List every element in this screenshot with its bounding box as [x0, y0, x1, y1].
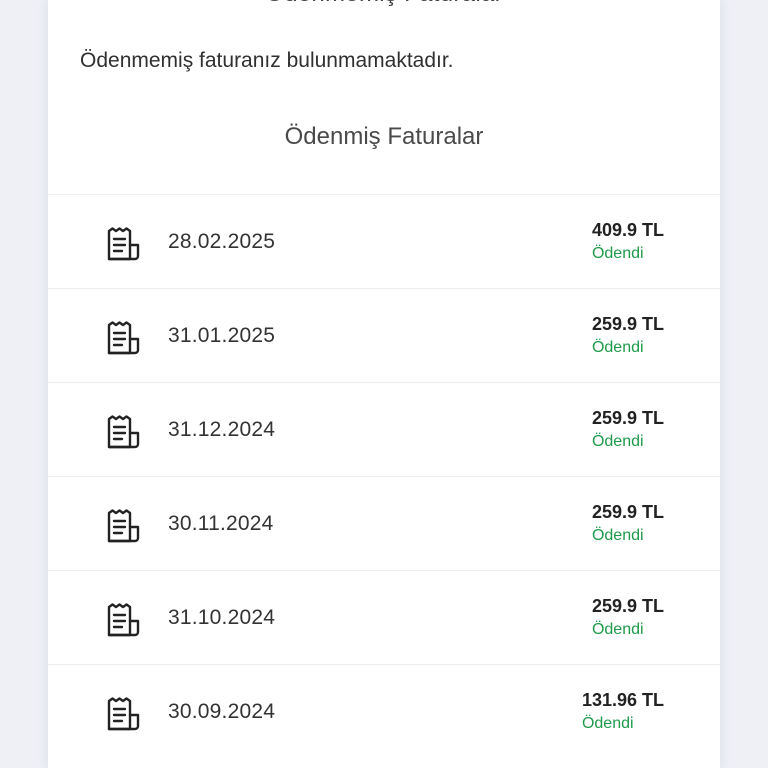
invoice-date: 30.11.2024 — [168, 512, 274, 535]
invoice-row[interactable]: 30.11.2024 259.9 TL Ödendi — [48, 476, 720, 570]
receipt-icon — [106, 226, 142, 262]
invoice-amount: 259.9 TL — [591, 408, 664, 428]
invoice-row[interactable]: 28.02.2025 409.9 TL Ödendi — [48, 194, 720, 288]
invoice-status: Ödendi — [591, 433, 644, 450]
invoice-amount-block: 259.9 TL Ödendi — [592, 314, 664, 357]
invoice-date: 30.09.2024 — [168, 700, 276, 723]
invoice-amount-block: 131.96 TL Ödendi — [582, 690, 664, 733]
invoice-row[interactable]: 30.09.2024 131.96 TL Ödendi — [48, 664, 720, 758]
invoices-card: Ödenmemiş Faturalar Ödenmemiş faturanız … — [48, 0, 720, 768]
invoice-status: Ödendi — [591, 621, 644, 638]
invoice-date: 28.02.2025 — [168, 230, 276, 253]
invoice-date: 31.12.2024 — [168, 418, 276, 441]
receipt-icon — [106, 320, 142, 356]
invoice-date: 31.10.2024 — [168, 606, 276, 629]
invoice-amount-block: 409.9 TL Ödendi — [592, 220, 664, 263]
invoice-status: Ödendi — [591, 245, 644, 262]
invoice-date: 31.01.2025 — [168, 324, 276, 347]
receipt-icon — [106, 696, 142, 732]
invoice-row[interactable]: 31.12.2024 259.9 TL Ödendi — [48, 382, 720, 476]
invoice-status: Ödendi — [581, 715, 634, 732]
invoice-amount: 259.9 TL — [591, 502, 664, 522]
receipt-icon — [106, 602, 142, 638]
paid-invoices-list: 28.02.2025 409.9 TL Ödendi 31.01.2025 25… — [48, 194, 720, 758]
invoice-amount: 131.96 TL — [581, 690, 664, 710]
receipt-icon — [106, 414, 142, 450]
invoice-status: Ödendi — [591, 527, 644, 544]
no-unpaid-invoices-message: Ödenmemiş faturanız bulunmamaktadır. — [80, 49, 454, 72]
invoice-amount: 259.9 TL — [591, 314, 664, 334]
invoice-amount: 259.9 TL — [591, 596, 664, 616]
unpaid-invoices-title: Ödenmemiş Faturalar — [48, 0, 720, 8]
invoice-status: Ödendi — [591, 339, 644, 356]
invoice-amount: 409.9 TL — [591, 220, 664, 240]
invoice-row[interactable]: 31.10.2024 259.9 TL Ödendi — [48, 570, 720, 664]
invoice-row[interactable]: 31.01.2025 259.9 TL Ödendi — [48, 288, 720, 382]
invoice-amount-block: 259.9 TL Ödendi — [592, 408, 664, 451]
invoice-amount-block: 259.9 TL Ödendi — [592, 502, 664, 545]
receipt-icon — [106, 508, 142, 544]
paid-invoices-title: Ödenmiş Faturalar — [284, 123, 484, 150]
invoice-amount-block: 259.9 TL Ödendi — [592, 596, 664, 639]
